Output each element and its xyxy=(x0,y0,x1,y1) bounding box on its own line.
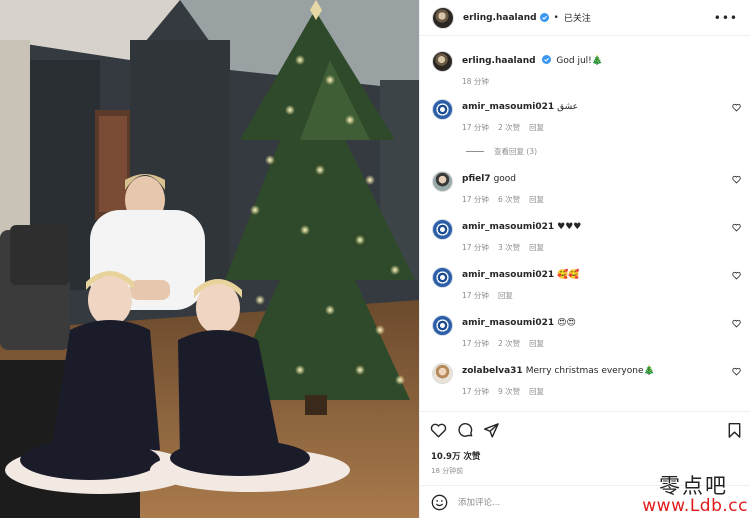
comment-username[interactable]: amir_masoumi021 xyxy=(462,318,554,328)
smiley-icon[interactable] xyxy=(431,494,448,511)
comment-item: amir_masoumi021 😍😍 17 分钟 2 次赞 回复 xyxy=(432,315,741,349)
comment-time: 17 分钟 xyxy=(462,387,489,396)
verified-icon xyxy=(539,13,549,22)
comment-item: pfiel7 good 17 分钟 6 次赞 回复 xyxy=(432,171,741,205)
commenter-avatar[interactable] xyxy=(432,219,453,240)
view-replies-button[interactable]: 查看回复 (3) xyxy=(466,146,537,157)
comment-username[interactable]: amir_masoumi021 xyxy=(462,270,554,280)
watermark-chinese: 零点吧 xyxy=(659,474,728,498)
reply-button[interactable]: 回复 xyxy=(529,123,544,132)
commenter-avatar[interactable] xyxy=(432,99,453,120)
likes-count[interactable]: 10.9万 次赞 xyxy=(431,450,480,462)
commenter-avatar[interactable] xyxy=(432,315,453,336)
comment-heart-icon[interactable] xyxy=(732,319,741,328)
comment-input[interactable]: 添加评论... xyxy=(458,496,500,508)
verified-icon xyxy=(541,55,551,64)
comment-time: 17 分钟 xyxy=(462,291,489,300)
comment-text: 🥰🥰 xyxy=(557,270,580,280)
post-photo[interactable] xyxy=(0,0,419,518)
comment-item: amir_masoumi021 عشق 17 分钟 2 次赞 回复 xyxy=(432,99,741,133)
comment-likes[interactable]: 6 次赞 xyxy=(498,195,520,204)
separator-dot: • xyxy=(553,12,559,23)
comment-heart-icon[interactable] xyxy=(732,223,741,232)
comment-username[interactable]: amir_masoumi021 xyxy=(462,222,554,232)
more-horizontal-icon[interactable]: ••• xyxy=(714,11,738,25)
comment-text: 😍😍 xyxy=(557,318,576,328)
comment-likes[interactable]: 9 次赞 xyxy=(498,387,520,396)
author-username[interactable]: erling.haaland xyxy=(463,13,537,23)
comment-text: عشق xyxy=(557,102,579,112)
replies-divider xyxy=(466,151,484,152)
comment-item: amir_masoumi021 🥰🥰 17 分钟 回复 xyxy=(432,267,741,301)
comment-username[interactable]: zolabelva31 xyxy=(462,366,523,376)
comment-text: good xyxy=(493,174,517,184)
author-avatar[interactable] xyxy=(432,51,453,72)
comment-icon[interactable] xyxy=(457,422,474,439)
view-replies-label: 查看回复 (3) xyxy=(494,147,538,156)
post-caption: erling.haaland God jul!🎄 18 分钟 xyxy=(432,51,741,87)
caption-text: God jul!🎄 xyxy=(556,56,603,66)
commenter-avatar[interactable] xyxy=(432,171,453,192)
comment-text: ♥♥♥ xyxy=(557,222,582,232)
reply-button[interactable]: 回复 xyxy=(529,339,544,348)
christmas-family-photo xyxy=(0,0,419,518)
commenter-avatar[interactable] xyxy=(432,267,453,288)
comment-time: 17 分钟 xyxy=(462,339,489,348)
watermark-url: www.Ldb.cc xyxy=(642,496,748,516)
comment-item: amir_masoumi021 ♥♥♥ 17 分钟 3 次赞 回复 xyxy=(432,219,741,253)
comment-likes[interactable]: 2 次赞 xyxy=(498,123,520,132)
heart-icon[interactable] xyxy=(430,422,447,439)
comment-username[interactable]: amir_masoumi021 xyxy=(462,102,554,112)
watermark: 零点吧 www.Ldb.cc xyxy=(642,475,748,516)
comment-text: Merry christmas everyone🎄 xyxy=(525,366,655,376)
comment-heart-icon[interactable] xyxy=(732,271,741,280)
comment-username[interactable]: pfiel7 xyxy=(462,174,491,184)
post-header: erling.haaland • 已关注 ••• xyxy=(420,0,750,36)
comment-time: 17 分钟 xyxy=(462,243,489,252)
reply-button[interactable]: 回复 xyxy=(529,387,544,396)
caption-username[interactable]: erling.haaland xyxy=(462,56,536,66)
author-avatar[interactable] xyxy=(432,6,454,29)
post-detail-panel: erling.haaland • 已关注 ••• erling.haaland … xyxy=(419,0,750,518)
comment-heart-icon[interactable] xyxy=(732,175,741,184)
following-button[interactable]: 已关注 xyxy=(564,11,591,24)
reply-button[interactable]: 回复 xyxy=(529,195,544,204)
comment-time: 17 分钟 xyxy=(462,195,489,204)
comment-item: zolabelva31 Merry christmas everyone🎄 17 … xyxy=(432,363,741,397)
post-age: 18 分钟前 xyxy=(431,467,464,475)
bookmark-icon[interactable] xyxy=(726,422,743,439)
comment-likes[interactable]: 2 次赞 xyxy=(498,339,520,348)
comment-heart-icon[interactable] xyxy=(732,103,741,112)
comment-likes[interactable]: 3 次赞 xyxy=(498,243,520,252)
reply-button[interactable]: 回复 xyxy=(529,243,544,252)
commenter-avatar[interactable] xyxy=(432,363,453,384)
reply-button[interactable]: 回复 xyxy=(498,291,513,300)
caption-time: 18 分钟 xyxy=(462,77,489,86)
comments-list[interactable]: erling.haaland God jul!🎄 18 分钟 amir_maso… xyxy=(420,37,750,411)
comment-heart-icon[interactable] xyxy=(732,367,741,376)
send-icon[interactable] xyxy=(483,422,500,439)
comment-time: 17 分钟 xyxy=(462,123,489,132)
